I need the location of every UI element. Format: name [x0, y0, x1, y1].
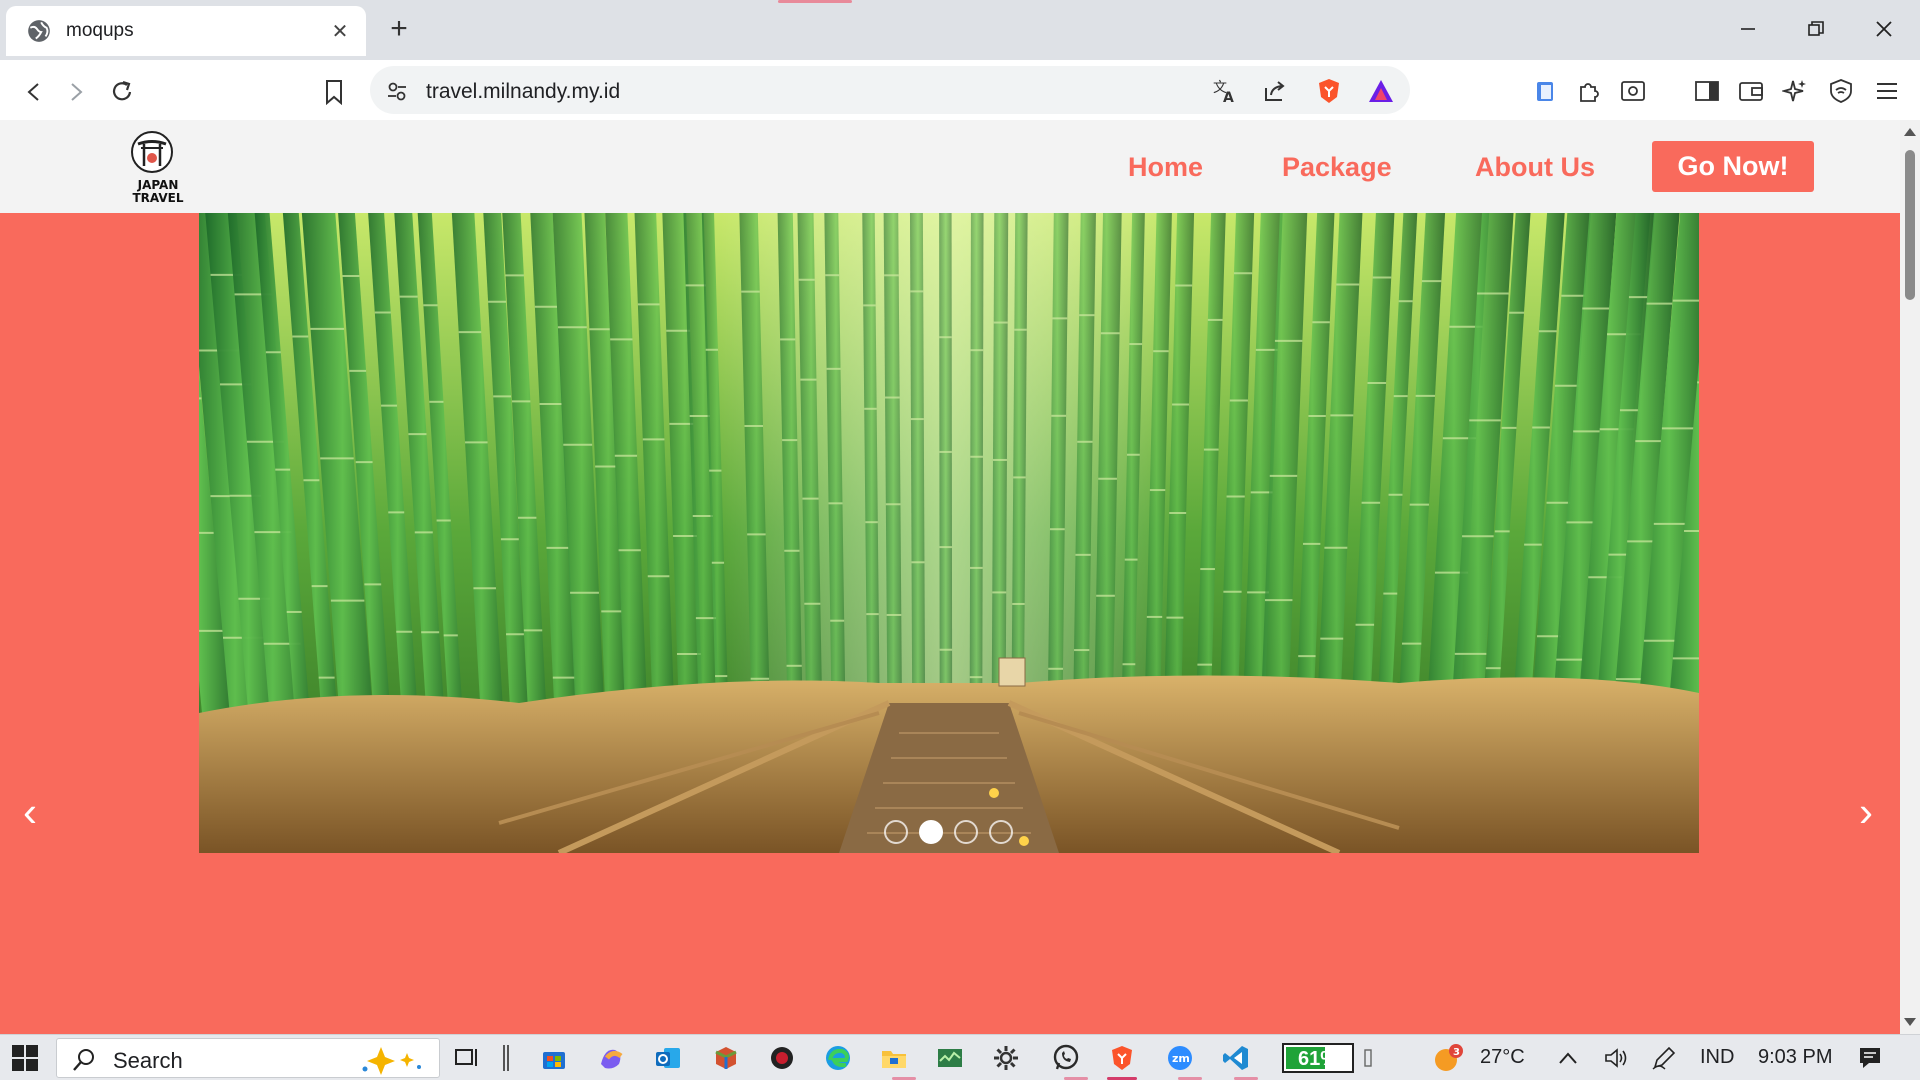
close-window-button[interactable] [1854, 6, 1914, 52]
notifications-icon[interactable] [1854, 1042, 1886, 1074]
show-hidden-icons-chevron-icon[interactable] [1552, 1042, 1584, 1074]
weather-badge-count: 3 [1453, 1047, 1460, 1058]
bookmark-icon [326, 80, 342, 105]
windows-taskbar: Search zm 61% 3 27°C IND 9:03 PM [0, 1034, 1920, 1080]
leo-ai-icon[interactable] [1780, 76, 1810, 106]
carousel-next-button[interactable]: › [1846, 791, 1886, 833]
clock-text[interactable]: 9:03 PM [1758, 1046, 1832, 1069]
logo-text-line2: TRAVEL [132, 191, 184, 205]
carousel-prev-button[interactable]: ‹ [10, 791, 50, 833]
tab-close-icon[interactable]: ✕ [328, 19, 352, 44]
widgets-divider-icon [490, 1042, 522, 1074]
back-button[interactable] [14, 72, 54, 112]
browser-toolbar: travel.milnandy.my.id 文A [0, 60, 1920, 164]
japan-travel-logo[interactable]: JAPAN TRAVEL [130, 130, 186, 205]
brave-browser-taskbar-icon[interactable] [1106, 1042, 1138, 1074]
vscode-icon[interactable] [1220, 1042, 1252, 1074]
microsoft-365-icon[interactable] [710, 1042, 742, 1074]
sidebar-toggle-icon[interactable] [1692, 76, 1722, 106]
reading-list-icon[interactable] [1530, 76, 1560, 106]
search-icon [73, 1049, 94, 1071]
extensions-icon[interactable] [1574, 76, 1604, 106]
minimize-icon [1741, 28, 1755, 30]
whatsapp-icon[interactable] [1050, 1042, 1082, 1074]
url-text: travel.milnandy.my.id [426, 80, 621, 103]
task-manager-icon[interactable] [934, 1042, 966, 1074]
tab-strip: moqups ✕ + [0, 0, 1920, 60]
volume-icon[interactable] [1600, 1042, 1632, 1074]
tab-title: moqups [66, 20, 134, 41]
forward-arrow-icon [71, 83, 83, 101]
nav-package-link[interactable]: Package [1282, 152, 1392, 183]
copilot-sparkle-icon [362, 1047, 421, 1075]
pen-icon[interactable] [1648, 1042, 1680, 1074]
taskbar-search-label: Search [113, 1048, 183, 1073]
windows-start-icon[interactable] [12, 1045, 38, 1071]
scroll-up-arrow[interactable] [1904, 128, 1916, 136]
outlook-icon[interactable] [652, 1042, 684, 1074]
svg-text:A: A [1223, 90, 1234, 104]
go-now-button[interactable]: Go Now! [1652, 141, 1814, 192]
vpn-shield-icon[interactable] [1826, 76, 1856, 106]
back-arrow-icon [27, 83, 39, 101]
globe-icon [28, 20, 50, 42]
close-icon [1876, 21, 1892, 37]
weather-icon[interactable]: 3 [1432, 1042, 1464, 1074]
bookmark-button[interactable] [314, 72, 354, 112]
settings-gear-icon[interactable] [990, 1042, 1022, 1074]
battery-indicator[interactable]: 61% [1282, 1043, 1354, 1073]
site-navbar: JAPAN TRAVEL Home Package About Us Go No… [0, 120, 1900, 213]
hero-carousel-slide[interactable] [199, 213, 1699, 853]
minimize-button[interactable] [1718, 6, 1778, 52]
scrollbar-thumb[interactable] [1905, 150, 1915, 300]
scroll-down-arrow[interactable] [1904, 1018, 1916, 1026]
site-settings-icon[interactable] [382, 76, 412, 106]
torii-logo-icon [131, 131, 173, 173]
forward-button[interactable] [56, 72, 96, 112]
tab-hover-indicator [778, 0, 852, 3]
input-language-text[interactable]: IND [1700, 1046, 1734, 1069]
carousel-dot[interactable] [919, 820, 943, 844]
address-bar[interactable]: travel.milnandy.my.id 文A [370, 66, 1410, 114]
copilot-icon[interactable] [595, 1042, 627, 1074]
browser-tab[interactable]: moqups ✕ [6, 6, 366, 56]
share-icon[interactable] [1260, 76, 1290, 106]
reload-button[interactable] [102, 72, 142, 112]
taskbar-search-box[interactable]: Search [56, 1038, 440, 1078]
translate-icon[interactable]: 文A [1210, 76, 1240, 106]
bamboo-forest-image [199, 213, 1699, 853]
battery-plug-icon [1360, 1042, 1376, 1074]
wallet-icon[interactable] [1736, 76, 1766, 106]
carousel-dot[interactable] [954, 820, 978, 844]
red-app-icon[interactable] [766, 1042, 798, 1074]
carousel-dot[interactable] [989, 820, 1013, 844]
nav-home-link[interactable]: Home [1128, 152, 1203, 183]
brave-shields-icon[interactable] [1314, 76, 1344, 106]
brave-rewards-icon[interactable] [1366, 76, 1396, 106]
file-explorer-icon[interactable] [878, 1042, 910, 1074]
temperature-text[interactable]: 27°C [1480, 1046, 1525, 1069]
carousel-indicators [884, 820, 1013, 844]
carousel-dot[interactable] [884, 820, 908, 844]
menu-icon[interactable] [1872, 76, 1902, 106]
restore-icon [1808, 21, 1824, 36]
svg-text:zm: zm [1172, 1052, 1190, 1065]
zoom-icon[interactable]: zm [1164, 1042, 1196, 1074]
page-scrollbar[interactable] [1900, 120, 1920, 1034]
reload-icon [112, 80, 132, 101]
battery-percent: 61% [1297, 1048, 1339, 1070]
web-page: JAPAN TRAVEL Home Package About Us Go No… [0, 120, 1900, 1034]
edge-icon[interactable] [822, 1042, 854, 1074]
restore-button[interactable] [1786, 6, 1846, 52]
microsoft-store-icon[interactable] [538, 1042, 570, 1074]
screenshot-icon[interactable] [1618, 76, 1648, 106]
task-view-icon[interactable] [452, 1042, 484, 1074]
new-tab-button[interactable]: + [384, 12, 414, 46]
nav-about-link[interactable]: About Us [1475, 152, 1595, 183]
